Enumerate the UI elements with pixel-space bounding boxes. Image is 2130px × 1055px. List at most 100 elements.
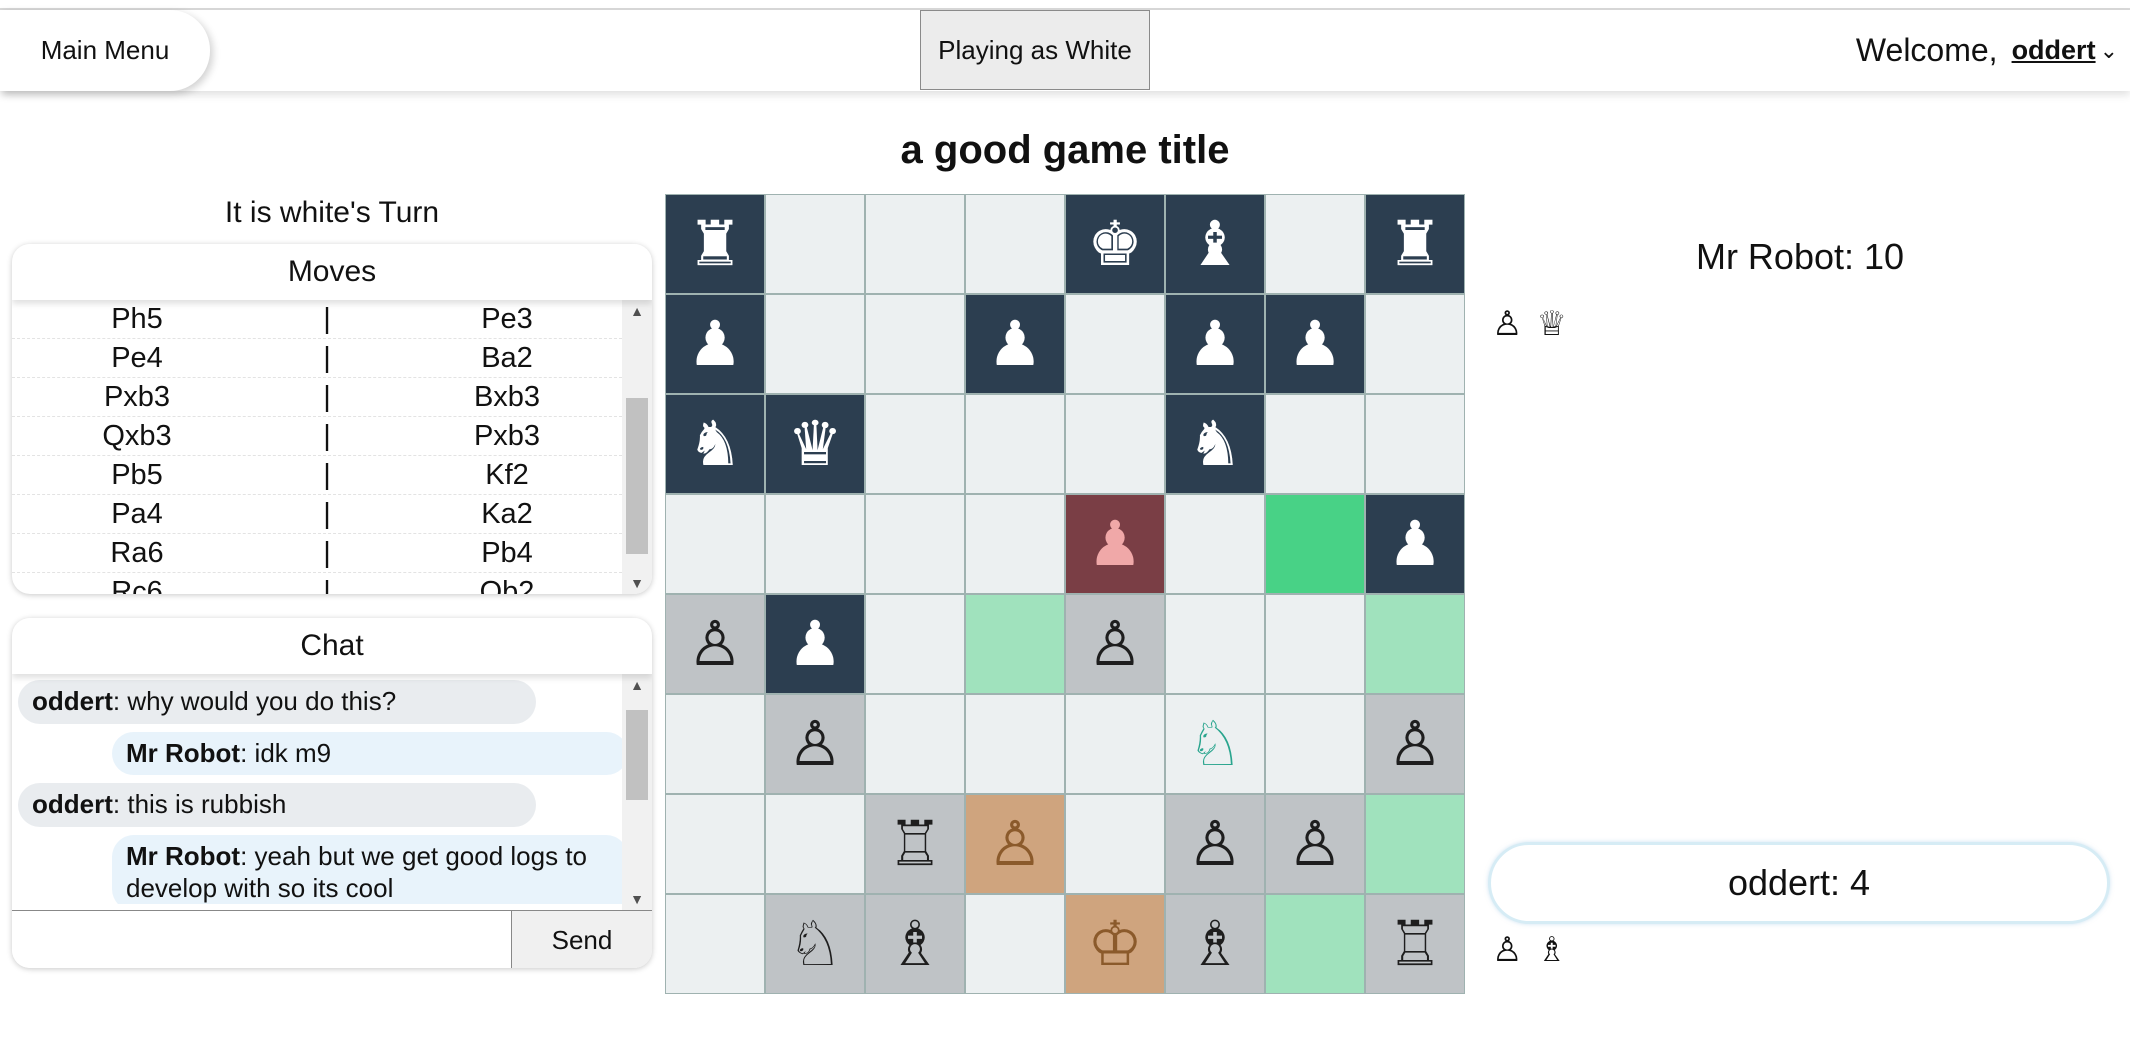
board-square[interactable] <box>1065 394 1165 494</box>
white-pawn-icon[interactable]: ♟ <box>1187 313 1243 375</box>
board-square[interactable]: ♟ <box>1265 294 1365 394</box>
board-square[interactable] <box>965 494 1065 594</box>
white-pawn-icon[interactable]: ♟ <box>1287 313 1343 375</box>
board-square[interactable] <box>965 194 1065 294</box>
white-pawn-icon[interactable]: ♟ <box>787 613 843 675</box>
board-square[interactable] <box>1365 594 1465 694</box>
board-square[interactable]: ♘ <box>765 894 865 994</box>
board-square[interactable]: ♗ <box>865 894 965 994</box>
scroll-up-icon[interactable]: ▲ <box>622 674 652 696</box>
board-square[interactable]: ♛ <box>765 394 865 494</box>
board-square[interactable]: ♟ <box>1065 494 1165 594</box>
black-pawn-icon[interactable]: ♙ <box>787 713 843 775</box>
board-square[interactable]: ♙ <box>1065 594 1165 694</box>
board-square[interactable]: ♟ <box>1365 494 1465 594</box>
board-square[interactable]: ♔ <box>1065 894 1165 994</box>
board-square[interactable] <box>865 494 965 594</box>
black-bishop-icon[interactable]: ♗ <box>887 913 943 975</box>
board-square[interactable] <box>1065 694 1165 794</box>
board-square[interactable]: ♟ <box>765 594 865 694</box>
board-square[interactable] <box>1165 494 1265 594</box>
board-square[interactable] <box>1065 794 1165 894</box>
board-square[interactable] <box>1365 294 1465 394</box>
black-pawn-icon[interactable]: ♙ <box>687 613 743 675</box>
board-square[interactable] <box>865 194 965 294</box>
board-square[interactable] <box>765 494 865 594</box>
board-square[interactable]: ♜ <box>665 194 765 294</box>
user-menu-toggle[interactable]: oddert <box>2012 35 2096 66</box>
white-rook-icon[interactable]: ♜ <box>1387 213 1443 275</box>
scroll-down-icon[interactable]: ▼ <box>622 888 652 910</box>
board-square[interactable]: ♝ <box>1165 194 1265 294</box>
board-square[interactable] <box>1365 794 1465 894</box>
chat-input[interactable] <box>12 910 512 968</box>
highlighted-knight-icon[interactable]: ♘ <box>1187 713 1243 775</box>
main-menu-button[interactable]: Main Menu <box>0 10 210 91</box>
board-square[interactable] <box>865 694 965 794</box>
board-square[interactable]: ♚ <box>1065 194 1165 294</box>
board-square[interactable] <box>1265 694 1365 794</box>
chat-scrollbar[interactable]: ▲ ▼ <box>622 674 652 910</box>
board-square[interactable] <box>665 494 765 594</box>
board-square[interactable]: ♙ <box>765 694 865 794</box>
board-square[interactable]: ♞ <box>665 394 765 494</box>
black-king-icon[interactable]: ♔ <box>1087 913 1143 975</box>
board-square[interactable]: ♙ <box>665 594 765 694</box>
board-square[interactable]: ♟ <box>1165 294 1265 394</box>
board-square[interactable]: ♗ <box>1165 894 1265 994</box>
board-square[interactable] <box>665 794 765 894</box>
chevron-down-icon[interactable]: ⌄ <box>2100 38 2118 64</box>
black-rook-icon[interactable]: ♖ <box>887 813 943 875</box>
board-square[interactable]: ♙ <box>1165 794 1265 894</box>
board-square[interactable] <box>965 394 1065 494</box>
black-pawn-icon[interactable]: ♙ <box>1287 813 1343 875</box>
board-square[interactable]: ♟ <box>665 294 765 394</box>
board-square[interactable] <box>865 294 965 394</box>
black-bishop-icon[interactable]: ♗ <box>1187 913 1243 975</box>
white-knight-icon[interactable]: ♞ <box>1187 413 1243 475</box>
moves-scroll-thumb[interactable] <box>626 398 648 554</box>
black-knight-icon[interactable]: ♘ <box>787 913 843 975</box>
board-square[interactable]: ♜ <box>1365 194 1465 294</box>
chat-scroll-thumb[interactable] <box>626 710 648 800</box>
scroll-up-icon[interactable]: ▲ <box>622 300 652 322</box>
board-square[interactable] <box>1265 894 1365 994</box>
white-king-icon[interactable]: ♚ <box>1087 213 1143 275</box>
board-square[interactable] <box>865 394 965 494</box>
board-square[interactable] <box>665 894 765 994</box>
board-square[interactable]: ♘ <box>1165 694 1265 794</box>
white-rook-icon[interactable]: ♜ <box>687 213 743 275</box>
board-square[interactable] <box>1065 294 1165 394</box>
board-square[interactable] <box>965 594 1065 694</box>
board-square[interactable] <box>1265 194 1365 294</box>
board-square[interactable] <box>865 594 965 694</box>
board-square[interactable]: ♙ <box>1265 794 1365 894</box>
board-square[interactable] <box>765 794 865 894</box>
board-square[interactable] <box>765 294 865 394</box>
white-pawn-icon[interactable]: ♟ <box>1387 513 1443 575</box>
send-button[interactable]: Send <box>512 910 652 968</box>
board-square[interactable]: ♖ <box>1365 894 1465 994</box>
scroll-down-icon[interactable]: ▼ <box>622 572 652 594</box>
moves-scrollbar[interactable]: ▲ ▼ <box>622 300 652 594</box>
white-bishop-icon[interactable]: ♝ <box>1187 213 1243 275</box>
board-square[interactable] <box>1265 494 1365 594</box>
selected-pawn-icon[interactable]: ♟ <box>1087 513 1143 575</box>
board-square[interactable]: ♙ <box>965 794 1065 894</box>
black-pawn-icon[interactable]: ♙ <box>1187 813 1243 875</box>
white-pawn-icon[interactable]: ♟ <box>987 313 1043 375</box>
board-square[interactable]: ♖ <box>865 794 965 894</box>
black-rook-icon[interactable]: ♖ <box>1387 913 1443 975</box>
black-pawn-icon[interactable]: ♙ <box>987 813 1043 875</box>
black-pawn-icon[interactable]: ♙ <box>1087 613 1143 675</box>
playing-as-badge[interactable]: Playing as White <box>920 10 1150 90</box>
board-square[interactable] <box>1265 594 1365 694</box>
white-pawn-icon[interactable]: ♟ <box>687 313 743 375</box>
board-square[interactable] <box>965 894 1065 994</box>
board-square[interactable] <box>1265 394 1365 494</box>
board-square[interactable] <box>1365 394 1465 494</box>
board-square[interactable] <box>665 694 765 794</box>
white-knight-icon[interactable]: ♞ <box>687 413 743 475</box>
board-square[interactable]: ♙ <box>1365 694 1465 794</box>
board-square[interactable]: ♞ <box>1165 394 1265 494</box>
